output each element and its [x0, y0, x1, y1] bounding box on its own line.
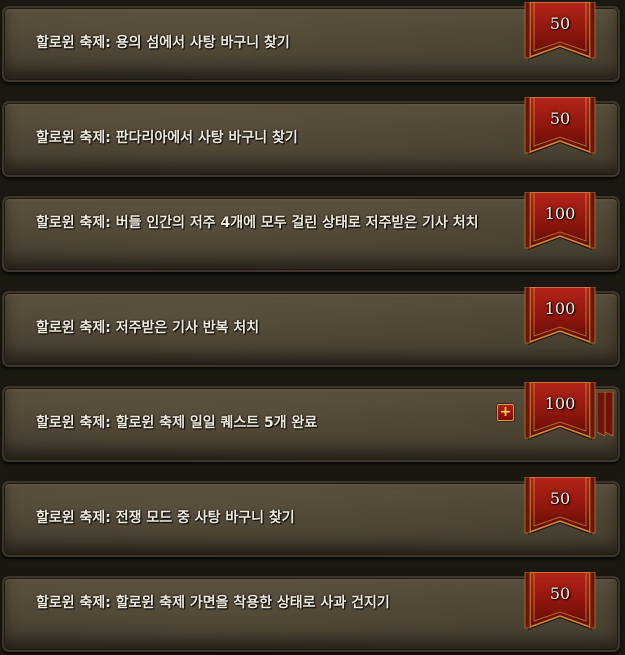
stacked-banner [604, 391, 615, 438]
achievement-points: 50 [549, 489, 571, 508]
achievement-title: 할로윈 축제: 저주받은 기사 반복 처치 [36, 320, 260, 336]
achievement-row[interactable]: 할로윈 축제: 판다리아에서 사탕 바구니 찾기 50 [0, 95, 625, 179]
achievement-title: 할로윈 축제: 전쟁 모드 중 사탕 바구니 찾기 [36, 510, 295, 526]
achievement-row[interactable]: 할로윈 축제: 저주받은 기사 반복 처치 100 [0, 285, 625, 369]
points-banner: 50 [524, 2, 596, 64]
achievement-row[interactable]: 할로윈 축제: 전쟁 모드 중 사탕 바구니 찾기 50 [0, 475, 625, 559]
achievement-points: 50 [549, 14, 571, 33]
points-banner: 100 [524, 192, 596, 254]
points-banner: 100 [524, 287, 596, 349]
points-banner: 50 [524, 477, 596, 539]
achievement-row[interactable]: 할로윈 축제: 버들 인간의 저주 4개에 모두 걸린 상태로 저주받은 기사 … [0, 190, 625, 274]
achievement-title: 할로윈 축제: 버들 인간의 저주 4개에 모두 걸린 상태로 저주받은 기사 … [36, 215, 479, 231]
plus-icon[interactable]: + [497, 404, 514, 421]
achievement-title: 할로윈 축제: 용의 섬에서 사탕 바구니 찾기 [36, 35, 290, 51]
achievement-points: 100 [544, 204, 576, 223]
points-banner: 50 [524, 97, 596, 159]
achievement-list: 할로윈 축제: 용의 섬에서 사탕 바구니 찾기 50 할로윈 축제: 판다리아에서… [0, 0, 625, 655]
achievement-points: 50 [549, 584, 571, 603]
achievement-row[interactable]: 할로윈 축제: 할로윈 축제 가면을 착용한 상태로 사과 건지기 50 [0, 570, 625, 654]
achievement-points: 100 [544, 299, 576, 318]
achievement-title: 할로윈 축제: 할로윈 축제 일일 퀘스트 5개 완료 [36, 415, 318, 431]
achievement-points: 50 [549, 109, 571, 128]
achievement-points: 100 [544, 394, 576, 413]
achievement-row[interactable]: 할로윈 축제: 할로윈 축제 일일 퀘스트 5개 완료 +100 [0, 380, 625, 464]
points-banner: 50 [524, 572, 596, 634]
points-banner: 100 [524, 382, 596, 444]
achievement-title: 할로윈 축제: 판다리아에서 사탕 바구니 찾기 [36, 130, 298, 146]
expand-label: + [499, 404, 512, 420]
achievement-row[interactable]: 할로윈 축제: 용의 섬에서 사탕 바구니 찾기 50 [0, 0, 625, 84]
achievement-title: 할로윈 축제: 할로윈 축제 가면을 착용한 상태로 사과 건지기 [36, 595, 390, 611]
